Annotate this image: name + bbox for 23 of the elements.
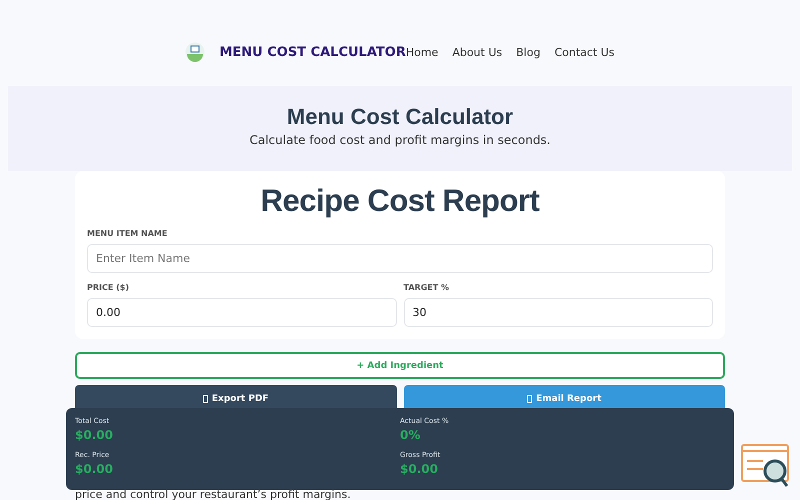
logo-icon — [185, 42, 206, 62]
hero-title: Menu Cost Calculator — [286, 104, 514, 130]
nav-link[interactable]: About Us — [452, 46, 502, 58]
body-text: price and control your restaurant’s profit margins. — [75, 488, 351, 500]
field-label: MENU ITEM NAME — [87, 229, 168, 238]
missing-glyph-icon — [527, 394, 532, 402]
nav-link[interactable]: Contact Us — [554, 46, 615, 58]
summary-value: $0.00 — [75, 462, 114, 476]
missing-glyph-icon — [202, 394, 208, 402]
summary-value: 0% — [400, 428, 422, 442]
summary-value: $0.00 — [400, 462, 439, 476]
summary-value: $0.00 — [75, 428, 114, 442]
nav-link[interactable]: Home — [406, 46, 438, 58]
target-field[interactable]: 30 — [404, 298, 713, 327]
nav-link[interactable]: Blog — [516, 46, 540, 58]
field-label: PRICE ($) — [87, 283, 130, 292]
field-label: TARGET % — [404, 283, 450, 292]
hero-subtitle: Calculate food cost and profit margins in seconds. — [249, 133, 550, 147]
search-page-icon[interactable] — [741, 444, 791, 490]
item-name-field[interactable]: Enter Item Name — [87, 244, 713, 273]
price-field[interactable]: 0.00 — [87, 298, 396, 327]
brand-name[interactable]: MENU COST CALCULATOR — [219, 44, 406, 60]
report-title: Recipe Cost Report — [260, 183, 540, 219]
